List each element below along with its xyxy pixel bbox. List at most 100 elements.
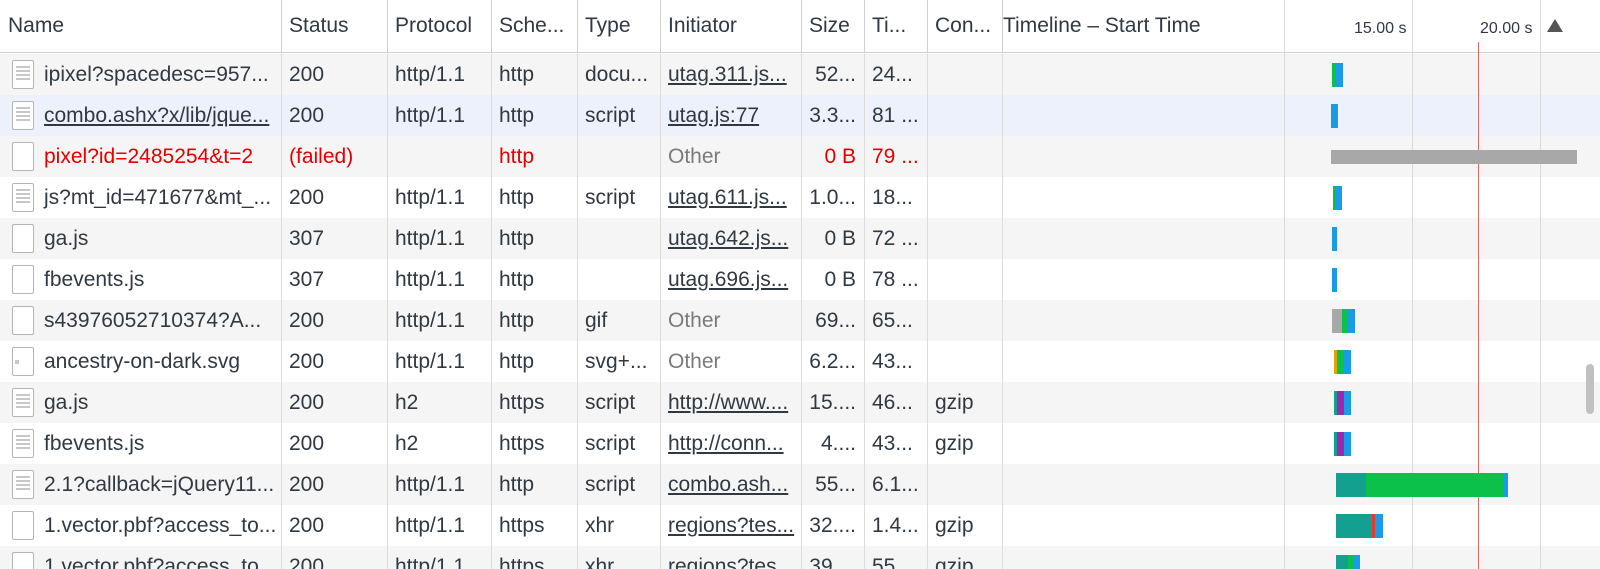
table-row[interactable]: fbevents.js 307 http/1.1 http utag.696.js...… [0, 259, 1600, 300]
table-row[interactable]: ancestry-on-dark.svg 200 http/1.1 http svg+.… [0, 341, 1600, 382]
cell-initiator[interactable]: regions?tes... [660, 546, 801, 569]
waterfall-bar[interactable] [1504, 472, 1508, 497]
cell-time: 55.... [872, 555, 919, 569]
request-name[interactable]: js?mt_id=471677&mt_... [44, 177, 271, 218]
waterfall-bar[interactable] [1354, 554, 1360, 569]
waterfall-bar[interactable] [1336, 554, 1348, 569]
request-name[interactable]: 2.1?callback=jQuery11... [44, 464, 274, 505]
table-row[interactable]: ga.js 307 http/1.1 http utag.642.js... 0 B 72 … [0, 218, 1600, 259]
waterfall-bar[interactable] [1336, 513, 1372, 538]
header-protocol[interactable]: Protocol [387, 0, 491, 52]
waterfall-bar[interactable] [1344, 431, 1351, 456]
request-name[interactable]: fbevents.js [44, 423, 144, 464]
cell-initiator[interactable]: utag.611.js... [660, 177, 801, 218]
table-row[interactable]: ga.js 200 h2 https script http://www.... 15...… [0, 382, 1600, 423]
waterfall-bar[interactable] [1336, 472, 1366, 497]
header-name[interactable]: Name [0, 0, 281, 52]
cell-name[interactable]: fbevents.js [0, 423, 281, 464]
cell-name[interactable]: s43976052710374?A... [0, 300, 281, 341]
cell-time: 43... [872, 432, 913, 455]
cell-content-encoding: gzip [935, 391, 974, 414]
cell-initiator[interactable]: utag.js:77 [660, 95, 801, 136]
waterfall-bar[interactable] [1337, 390, 1344, 415]
waterfall-bar[interactable] [1366, 472, 1504, 497]
waterfall-bar[interactable] [1332, 267, 1337, 292]
waterfall-bar[interactable] [1375, 513, 1383, 538]
header-status[interactable]: Status [281, 0, 387, 52]
cell-name[interactable]: combo.ashx?x/lib/jque... [0, 95, 281, 136]
table-row[interactable]: fbevents.js 200 h2 https script http://conn..… [0, 423, 1600, 464]
cell-size: 1.0... [809, 186, 856, 209]
waterfall-bar[interactable] [1347, 308, 1355, 333]
header-scheme[interactable]: Sche... [491, 0, 577, 52]
cell-scheme: http [499, 309, 535, 332]
cell-initiator[interactable]: regions?tes... [660, 505, 801, 546]
waterfall-bar[interactable] [1335, 62, 1343, 87]
request-name[interactable]: ga.js [44, 218, 88, 259]
timeline-gridline [1284, 0, 1285, 569]
request-name[interactable]: fbevents.js [44, 259, 144, 300]
cell-name[interactable]: fbevents.js [0, 259, 281, 300]
cell-type: docu... [585, 63, 649, 86]
sort-ascending-icon[interactable] [1547, 19, 1563, 32]
cell-name[interactable]: ancestry-on-dark.svg [0, 341, 281, 382]
cell-initiator[interactable]: utag.642.js... [660, 218, 801, 259]
cell-name[interactable]: 1.vector.pbf?access_to... [0, 505, 281, 546]
cell-name[interactable]: 1.vector.pbf?access_to... [0, 546, 281, 569]
cell-scheme: http [499, 473, 535, 496]
cell-initiator[interactable]: combo.ash... [660, 464, 801, 505]
column-header-row: Name Status Protocol Sche... Type Initia… [0, 0, 1600, 53]
table-row[interactable]: s43976052710374?A... 200 http/1.1 http gif Ot… [0, 300, 1600, 341]
waterfall-bar[interactable] [1344, 349, 1351, 374]
cell-initiator[interactable]: http://www.... [660, 382, 801, 423]
cell-initiator[interactable]: utag.696.js... [660, 259, 801, 300]
cell-name[interactable]: ipixel?spacedesc=957... [0, 54, 281, 95]
waterfall-bar[interactable] [1337, 431, 1344, 456]
table-row[interactable]: 1.vector.pbf?access_to... 200 http/1.1 http… [0, 546, 1600, 569]
cell-name[interactable]: js?mt_id=471677&mt_... [0, 177, 281, 218]
cell-initiator[interactable]: utag.311.js... [660, 54, 801, 95]
cell-status: 200 [289, 186, 325, 209]
cell-scheme: http [499, 145, 535, 168]
table-row[interactable]: js?mt_id=471677&mt_... 200 http/1.1 http scr… [0, 177, 1600, 218]
cell-name[interactable]: ga.js [0, 218, 281, 259]
request-name[interactable]: 1.vector.pbf?access_to... [44, 546, 276, 569]
cell-content-encoding [927, 300, 1002, 341]
cell-status: 200 [289, 514, 325, 537]
header-initiator[interactable]: Initiator [660, 0, 801, 52]
request-name[interactable]: ga.js [44, 382, 88, 423]
request-name[interactable]: combo.ashx?x/lib/jque... [44, 95, 269, 136]
waterfall-bar[interactable] [1332, 308, 1342, 333]
cell-initiator[interactable]: http://conn... [660, 423, 801, 464]
waterfall-bar[interactable] [1344, 390, 1351, 415]
request-name[interactable]: pixel?id=2485254&t=2 [44, 136, 253, 177]
waterfall-bar[interactable] [1337, 349, 1344, 374]
request-name[interactable]: ancestry-on-dark.svg [44, 341, 240, 382]
request-name[interactable]: 1.vector.pbf?access_to... [44, 505, 276, 546]
vertical-scrollbar[interactable] [1586, 364, 1594, 414]
cell-name[interactable]: ga.js [0, 382, 281, 423]
cell-type: script [585, 186, 636, 209]
waterfall-bar[interactable] [1331, 103, 1338, 128]
table-row[interactable]: combo.ashx?x/lib/jque... 200 http/1.1 http s… [0, 95, 1600, 136]
cell-size: 6.2... [809, 350, 856, 373]
header-time[interactable]: Ti... [864, 0, 927, 52]
request-name[interactable]: ipixel?spacedesc=957... [44, 54, 269, 95]
request-name[interactable]: s43976052710374?A... [44, 300, 261, 341]
cell-content-encoding [927, 464, 1002, 505]
cell-size: 4.... [820, 432, 856, 455]
waterfall-bar[interactable] [1336, 185, 1342, 210]
cell-name[interactable]: pixel?id=2485254&t=2 [0, 136, 281, 177]
header-size[interactable]: Size [801, 0, 864, 52]
column-divider [387, 54, 388, 569]
header-timeline[interactable]: Timeline – Start Time [995, 0, 1295, 52]
cell-name[interactable]: 2.1?callback=jQuery11... [0, 464, 281, 505]
cell-content-encoding: gzip [935, 555, 974, 569]
header-content-encoding[interactable]: Con... [927, 0, 1002, 52]
blank-file-icon [12, 552, 34, 569]
table-row[interactable]: ipixel?spacedesc=957... 200 http/1.1 http do… [0, 54, 1600, 95]
cell-time: 79 ... [872, 145, 919, 168]
waterfall-bar[interactable] [1332, 226, 1337, 251]
waterfall-bar[interactable] [1331, 149, 1577, 164]
header-type[interactable]: Type [577, 0, 660, 52]
